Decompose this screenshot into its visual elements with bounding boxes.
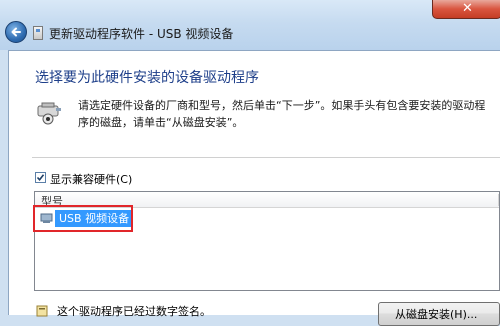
column-divider [498, 194, 499, 206]
signature-status-text: 这个驱动程序已经过数字签名。 [57, 305, 211, 318]
close-icon: ✕ [462, 1, 473, 16]
back-arrow-icon [11, 27, 21, 37]
digital-signature-icon [36, 305, 48, 317]
instruction-text: 请选定硬件设备的厂商和型号，然后单击“下一步”。如果手头有包含要安装的驱动程序的… [78, 99, 486, 129]
have-disk-label: 从磁盘安装(H)... [395, 308, 478, 321]
checkmark-icon [36, 174, 45, 182]
have-disk-button[interactable]: 从磁盘安装(H)... [378, 302, 500, 326]
hardware-device-icon [37, 102, 61, 125]
window-title: 更新驱动程序软件 - USB 视频设备 [49, 27, 234, 41]
page-heading: 选择要为此硬件安装的设备驱动程序 [35, 70, 259, 86]
back-button[interactable] [5, 21, 27, 43]
show-compatible-label[interactable]: 显示兼容硬件(C) [50, 171, 132, 187]
show-compatible-checkbox[interactable] [35, 172, 46, 183]
device-manager-icon [33, 26, 43, 40]
close-button[interactable]: ✕ [432, 0, 500, 19]
separator [32, 157, 500, 158]
highlight-annotation [33, 205, 133, 232]
